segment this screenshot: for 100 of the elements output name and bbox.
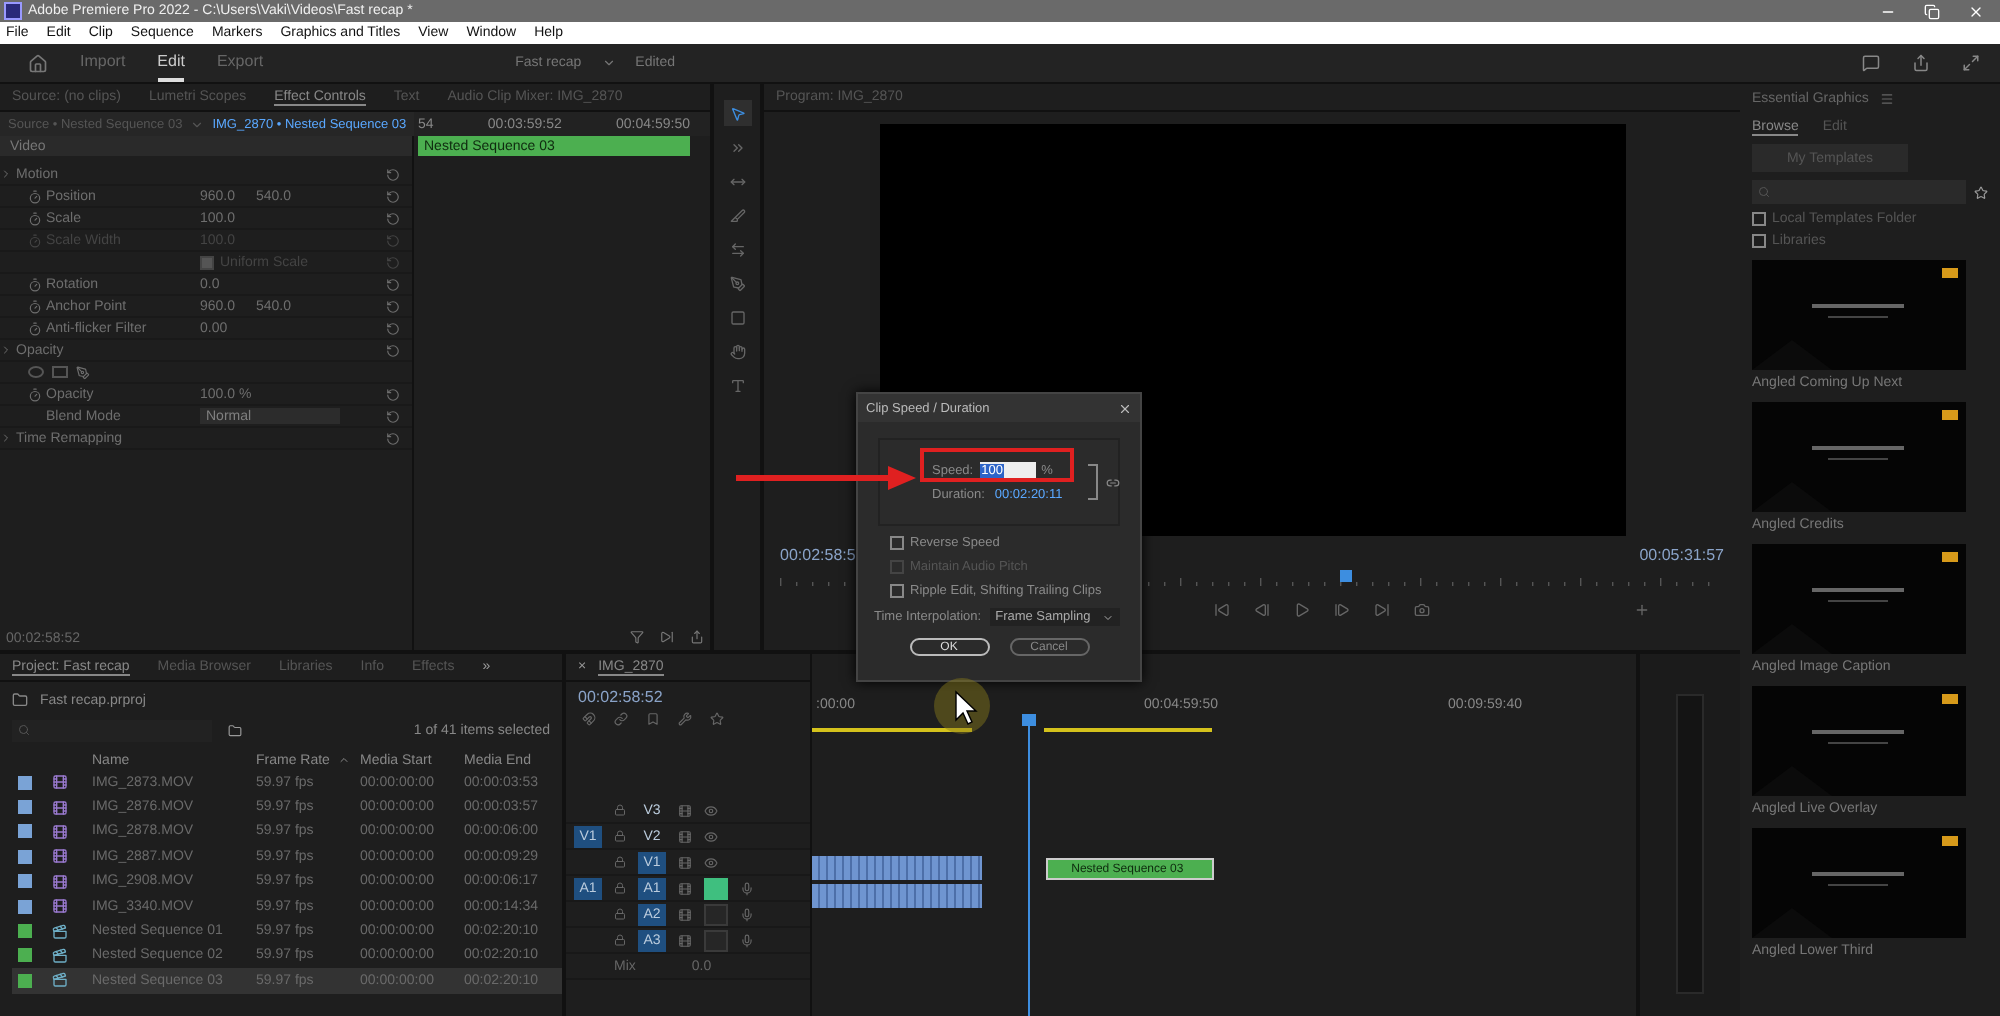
pen-icon[interactable]: [76, 365, 90, 379]
share-icon[interactable]: [1912, 54, 1930, 72]
film-icon[interactable]: [678, 829, 692, 843]
wrench-icon[interactable]: [678, 712, 692, 726]
mic-icon[interactable]: [740, 881, 754, 895]
film-icon[interactable]: [678, 855, 692, 869]
star-icon[interactable]: [710, 712, 724, 726]
eye-icon[interactable]: [704, 855, 718, 869]
lock-icon[interactable]: [614, 804, 626, 816]
mic-icon[interactable]: [740, 907, 754, 921]
chevron-icon: [0, 432, 12, 444]
play-icon[interactable]: [1294, 602, 1310, 618]
reset-icon[interactable]: [386, 343, 400, 357]
film-icon: [52, 848, 68, 865]
home-icon[interactable]: [28, 53, 48, 73]
go-to-in-icon[interactable]: [1214, 602, 1230, 618]
link-icon[interactable]: [1106, 476, 1120, 490]
go-to-out-icon[interactable]: [1374, 602, 1390, 618]
link-icon[interactable]: [614, 712, 628, 726]
stopwatch-icon[interactable]: [28, 211, 42, 225]
reset-icon[interactable]: [386, 299, 400, 313]
checkbox[interactable]: [890, 584, 904, 598]
arrow-icon: [736, 466, 916, 490]
checkbox[interactable]: [890, 536, 904, 550]
film-icon[interactable]: [678, 803, 692, 817]
search-field[interactable]: [1752, 180, 1966, 204]
ellipse-mask-icon[interactable]: [28, 366, 44, 378]
magnet-icon[interactable]: [582, 712, 596, 726]
stopwatch-icon[interactable]: [28, 277, 42, 291]
reset-icon[interactable]: [386, 409, 400, 423]
reset-icon[interactable]: [386, 321, 400, 335]
eye-icon[interactable]: [704, 829, 718, 843]
filter-icon[interactable]: [630, 630, 644, 644]
lock-icon[interactable]: [614, 934, 626, 946]
sequence-icon: [52, 923, 68, 940]
checkbox[interactable]: [1752, 212, 1766, 226]
step-forward-icon[interactable]: [1334, 602, 1350, 618]
eye-icon[interactable]: [704, 803, 718, 817]
reset-icon[interactable]: [386, 189, 400, 203]
film-icon[interactable]: [678, 881, 692, 895]
restore-icon[interactable]: [1924, 3, 1940, 19]
film-icon: [52, 823, 68, 840]
plus-icon[interactable]: [1634, 602, 1650, 618]
reset-icon[interactable]: [386, 387, 400, 401]
star-icon[interactable]: [1974, 185, 1988, 199]
menu-icon[interactable]: [1880, 91, 1895, 105]
workspace-tab[interactable]: Import: [80, 44, 126, 82]
chevron-down-icon: [1102, 611, 1115, 623]
lock-icon[interactable]: [614, 882, 626, 894]
film-icon: [52, 898, 68, 915]
lock-icon[interactable]: [614, 908, 626, 920]
timecode: 00:02:58:52: [576, 686, 665, 710]
app-logo-icon: [4, 2, 22, 20]
reset-icon[interactable]: [386, 211, 400, 225]
track-toggle[interactable]: [704, 877, 728, 899]
stopwatch-icon[interactable]: [28, 387, 42, 401]
workspace-tab[interactable]: Export: [216, 44, 264, 82]
reset-icon[interactable]: [386, 167, 400, 181]
chevron-down-icon[interactable]: [190, 117, 205, 131]
stopwatch-icon[interactable]: [28, 189, 42, 203]
step-back-icon[interactable]: [1254, 602, 1270, 618]
close-icon[interactable]: [1118, 401, 1132, 415]
bookmark-icon[interactable]: [646, 712, 660, 726]
skip-forward-icon[interactable]: [660, 630, 674, 644]
film-icon: [52, 873, 68, 890]
stopwatch-icon[interactable]: [28, 321, 42, 335]
link-bracket: [1088, 464, 1098, 500]
search-field[interactable]: [12, 719, 212, 741]
lock-icon[interactable]: [614, 830, 626, 842]
duration: 00:05:31:57: [1639, 546, 1724, 564]
film-icon[interactable]: [678, 933, 692, 947]
stopwatch-icon[interactable]: [28, 299, 42, 313]
checkbox[interactable]: [1752, 234, 1766, 248]
chevron-down-icon[interactable]: [601, 56, 616, 70]
mic-icon[interactable]: [740, 933, 754, 947]
film-icon: [52, 774, 68, 791]
folder-icon: [12, 692, 28, 708]
reset-icon[interactable]: [386, 277, 400, 291]
chevron-icon: [0, 168, 12, 180]
sequence-icon: [52, 972, 68, 989]
sequence-icon: [52, 947, 68, 964]
search-icon: [1758, 186, 1770, 198]
film-icon: [52, 799, 68, 816]
chevron-icon: [0, 344, 12, 356]
film-icon[interactable]: [678, 907, 692, 921]
expand-icon[interactable]: [1962, 54, 1980, 72]
camera-icon[interactable]: [1414, 602, 1430, 618]
reset-icon[interactable]: [386, 431, 400, 445]
message-icon[interactable]: [1862, 54, 1880, 72]
bin-icon[interactable]: [228, 723, 242, 737]
export-icon[interactable]: [690, 630, 704, 644]
playhead[interactable]: [1340, 570, 1353, 582]
pointer-icon[interactable]: [723, 100, 751, 126]
rectangle-mask-icon[interactable]: [52, 366, 68, 378]
track-toggle[interactable]: [704, 903, 728, 925]
cursor-icon: [932, 676, 992, 736]
search-icon: [18, 724, 30, 736]
track-toggle[interactable]: [704, 929, 728, 951]
lock-icon[interactable]: [614, 856, 626, 868]
timecode: 00:02:58:5: [780, 546, 856, 564]
